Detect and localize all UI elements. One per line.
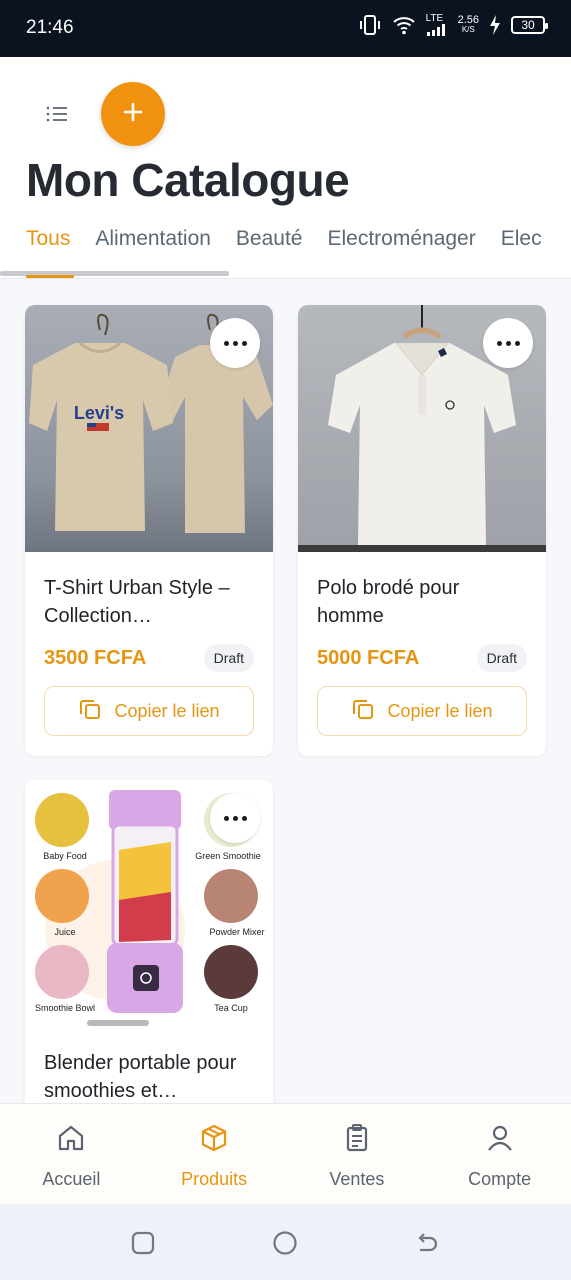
product-title: T-Shirt Urban Style – Collection… xyxy=(44,577,230,627)
product-image: Baby Food Juice Smoothie Bowl Green Smoo… xyxy=(25,780,273,1027)
battery-icon: 30 xyxy=(511,16,548,34)
nav-produits[interactable]: Produits xyxy=(143,1104,286,1204)
product-title: Polo brodé pour homme xyxy=(317,577,460,627)
network-type: LTE xyxy=(425,13,444,24)
nav-label: Produits xyxy=(181,1169,248,1189)
nav-label: Accueil xyxy=(42,1169,101,1189)
nav-accueil[interactable]: Accueil xyxy=(0,1104,143,1204)
tab-elec[interactable]: Elec xyxy=(501,227,542,251)
box-icon xyxy=(198,1122,230,1159)
product-image xyxy=(298,305,546,552)
product-price: 5000 FCFA xyxy=(317,646,420,669)
clipboard-icon xyxy=(341,1122,373,1159)
status-bar: 21:46 LTE 2.56 K/S 30 xyxy=(0,0,571,57)
more-options-button[interactable] xyxy=(210,793,260,843)
tab-electromenager[interactable]: Electroménager xyxy=(327,227,475,251)
page-title: Mon Catalogue xyxy=(26,154,350,206)
product-price: 3500 FCFA xyxy=(44,646,147,669)
status-icons: LTE 2.56 K/S 30 xyxy=(358,14,548,36)
juice-label: Juice xyxy=(54,927,75,937)
menu-icon xyxy=(45,104,69,129)
more-options-button[interactable] xyxy=(210,318,260,368)
back-icon[interactable] xyxy=(414,1230,440,1261)
product-card[interactable]: Baby Food Juice Smoothie Bowl Green Smoo… xyxy=(25,780,273,1103)
net-speed: 2.56 K/S xyxy=(458,15,479,35)
copy-link-label: Copier le lien xyxy=(387,700,493,721)
nav-ventes[interactable]: Ventes xyxy=(286,1104,429,1204)
product-card[interactable]: Levi's T-Shirt Urban Style – Collection…… xyxy=(25,305,273,756)
copy-link-label: Copier le lien xyxy=(114,700,220,721)
home-circle-icon[interactable] xyxy=(272,1230,298,1261)
add-product-button[interactable] xyxy=(101,82,165,146)
charging-icon xyxy=(489,15,501,35)
nav-compte[interactable]: Compte xyxy=(428,1104,571,1204)
wifi-icon xyxy=(392,15,416,35)
user-icon xyxy=(484,1122,516,1159)
copy-link-button[interactable]: Copier le lien xyxy=(317,686,527,736)
home-icon xyxy=(55,1122,87,1159)
bottom-navigation: Accueil Produits Ventes Compte xyxy=(0,1103,571,1204)
status-badge: Draft xyxy=(476,644,527,672)
product-image: Levi's xyxy=(25,305,273,552)
status-time: 21:46 xyxy=(26,17,74,38)
nav-label: Compte xyxy=(468,1169,532,1189)
signal-icon: LTE xyxy=(426,14,448,36)
copy-icon xyxy=(351,697,375,726)
net-speed-unit: K/S xyxy=(461,25,475,34)
product-grid: Levi's T-Shirt Urban Style – Collection…… xyxy=(0,279,571,1103)
smoothie-bowl-label: Smoothie Bowl xyxy=(35,1003,95,1013)
powder-mixer-label: Powder Mixer xyxy=(209,927,264,937)
baby-food-label: Baby Food xyxy=(43,851,87,861)
more-options-button[interactable] xyxy=(483,318,533,368)
green-smoothie-label: Green Smoothie xyxy=(195,851,261,861)
vibrate-icon xyxy=(358,14,382,36)
copy-link-button[interactable]: Copier le lien xyxy=(44,686,254,736)
recents-icon[interactable] xyxy=(130,1230,156,1261)
plus-icon xyxy=(122,101,144,128)
net-speed-value: 2.56 xyxy=(457,14,479,26)
tab-tous[interactable]: Tous xyxy=(26,227,70,251)
status-badge: Draft xyxy=(203,644,254,672)
levis-logo: Levi's xyxy=(74,403,124,423)
nav-label: Ventes xyxy=(329,1169,385,1189)
menu-button[interactable] xyxy=(42,101,72,131)
tab-beaute[interactable]: Beauté xyxy=(236,227,303,251)
product-card[interactable]: Polo brodé pour homme 5000 FCFA Draft Co… xyxy=(298,305,546,756)
copy-icon xyxy=(78,697,102,726)
product-title: Blender portable pour smoothies et… xyxy=(44,1052,237,1102)
category-tabs: Tous Alimentation Beauté Electroménager … xyxy=(26,227,567,251)
system-navigation-bar xyxy=(0,1204,571,1280)
app-header: Mon Catalogue Tous Alimentation Beauté E… xyxy=(0,57,571,279)
tea-cup-label: Tea Cup xyxy=(214,1003,248,1013)
tab-alimentation[interactable]: Alimentation xyxy=(95,227,211,251)
